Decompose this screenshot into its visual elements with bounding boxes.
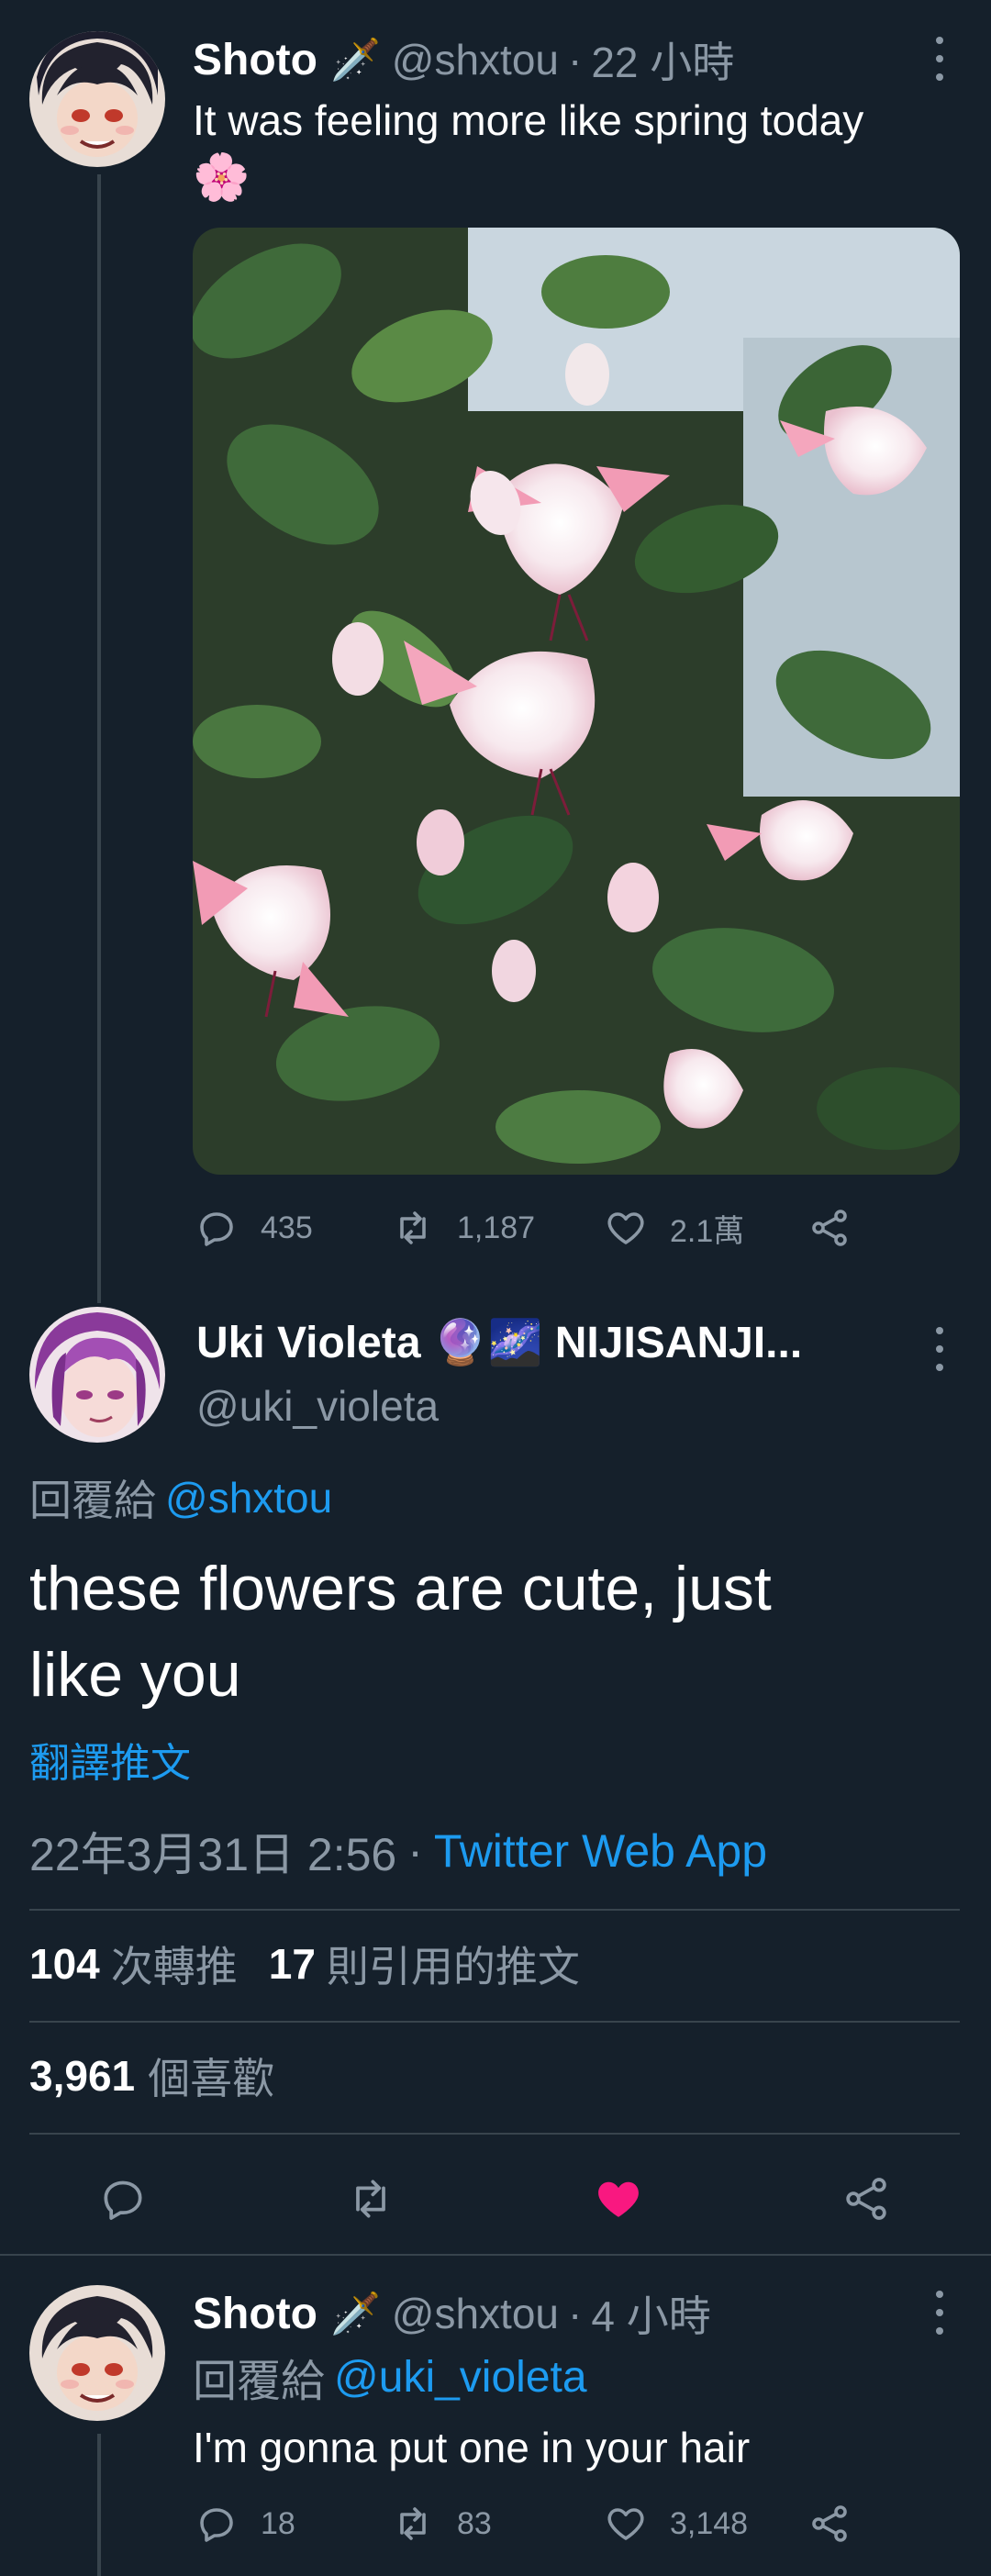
reply-prefix: 回覆給: [193, 2358, 326, 2406]
handle[interactable]: @shxtou: [392, 35, 559, 84]
retweet-button[interactable]: 1,187: [391, 1206, 604, 1250]
reply-to-link[interactable]: @uki_violeta: [334, 2352, 587, 2403]
timestamp[interactable]: 22年3月31日 2:56: [29, 1818, 396, 1884]
tweet-actions: 18 83 3,148: [195, 2498, 874, 2549]
source-link[interactable]: Twitter Web App: [434, 1824, 767, 1878]
retweet-button[interactable]: 83: [391, 2502, 604, 2546]
engagement-stats: 104 次轉推 17 則引用的推文: [29, 1935, 580, 1993]
share-icon: [812, 2505, 847, 2542]
quotes-count[interactable]: 17: [269, 1939, 316, 1989]
thread-line: [97, 174, 101, 1303]
divider: [29, 2021, 960, 2023]
reply-count: 18: [261, 2505, 295, 2541]
timestamp[interactable]: 22 小時: [591, 29, 734, 90]
reply-context: 回覆給 @uki_violeta: [193, 2349, 587, 2407]
reply-button[interactable]: 435: [195, 1206, 391, 1250]
avatar-uki[interactable]: [29, 1307, 165, 1443]
section-divider: [0, 2254, 991, 2256]
tweet-text-line: like you: [29, 1640, 241, 1710]
retweet-icon: [400, 2507, 426, 2540]
reply-icon: [200, 1212, 233, 1246]
share-icon: [846, 2178, 886, 2220]
tweet-text: I'm gonna put one in your hair: [193, 2424, 751, 2471]
tweet-text-line: these flowers are cute, just: [29, 1554, 772, 1623]
cherry-blossom-emoji: 🌸: [193, 151, 251, 203]
share-button[interactable]: [841, 2173, 892, 2225]
reply-to-link[interactable]: @shxtou: [165, 1473, 332, 1522]
like-icon: [607, 1212, 644, 1244]
like-button-active[interactable]: [593, 2173, 644, 2225]
thread-line: [97, 2434, 101, 2576]
like-button[interactable]: 2.1萬: [604, 1206, 807, 1251]
avatar-shoto[interactable]: [29, 31, 165, 167]
tweet-photo[interactable]: [193, 228, 960, 1175]
display-name[interactable]: Shoto: [193, 2289, 317, 2339]
retweet-count: 83: [457, 2505, 492, 2541]
tweet-text: It was feeling more like spring today 🌸: [193, 92, 963, 206]
likes-label[interactable]: 個喜歡: [148, 2046, 274, 2106]
like-icon: [598, 2181, 639, 2217]
like-count: 3,148: [670, 2505, 749, 2541]
tweet-header: Uki Violeta 🔮🌌 NIJISANJI...: [196, 1312, 802, 1371]
likes-stat: 3,961 個喜歡: [29, 2046, 274, 2105]
reply-button[interactable]: 18: [195, 2502, 391, 2546]
dot-separator: ·: [568, 36, 583, 84]
tweet-actions: 435 1,187 2.1萬: [195, 1202, 874, 1254]
reply-icon: [104, 2180, 142, 2220]
likes-count[interactable]: 3,961: [29, 2051, 135, 2101]
share-icon: [812, 1210, 847, 1246]
reply-context: 回覆給 @shxtou: [29, 1470, 332, 1525]
dot-separator: ·: [407, 1825, 423, 1877]
like-button[interactable]: 3,148: [604, 2502, 807, 2546]
share-button[interactable]: [807, 1206, 874, 1250]
timestamp-row: 22年3月31日 2:56 · Twitter Web App: [29, 1821, 767, 1881]
share-button[interactable]: [807, 2502, 874, 2546]
handle[interactable]: @shxtou: [392, 2289, 559, 2338]
more-icon[interactable]: [930, 1327, 949, 1371]
like-icon: [607, 2508, 644, 2540]
quotes-label[interactable]: 則引用的推文: [327, 1934, 580, 1994]
divider: [29, 1909, 960, 1911]
tweet-header: Shoto 🗡️ @shxtou · 22 小時: [193, 28, 734, 92]
handle[interactable]: @uki_violeta: [196, 1381, 439, 1431]
reply-icon: [200, 2508, 233, 2542]
retweets-count[interactable]: 104: [29, 1939, 100, 1989]
more-icon[interactable]: [930, 37, 949, 81]
like-count: 2.1萬: [670, 1213, 745, 1249]
tweet-header: Shoto 🗡️ @shxtou · 4 小時: [193, 2281, 711, 2346]
dagger-emoji: 🗡️: [329, 38, 381, 83]
retweet-icon: [356, 2180, 385, 2218]
handle-row: @uki_violeta: [196, 1380, 439, 1432]
reply-count: 435: [261, 1210, 313, 1245]
reply-button[interactable]: [97, 2173, 149, 2225]
retweet-icon: [400, 1211, 426, 1244]
reply-prefix: 回覆給: [29, 1477, 156, 1524]
divider: [29, 2133, 960, 2135]
timestamp[interactable]: 4 小時: [591, 2283, 710, 2344]
tweet-text-line: It was feeling more like spring today: [193, 96, 864, 144]
dot-separator: ·: [568, 2290, 583, 2337]
tweet-text: these flowers are cute, just like you: [29, 1545, 965, 1718]
translate-link[interactable]: 翻譯推文: [29, 1733, 191, 1786]
more-icon[interactable]: [930, 2291, 949, 2335]
dagger-emoji: 🗡️: [329, 2292, 381, 2336]
retweet-button[interactable]: [345, 2173, 396, 2225]
focused-tweet-actions: [0, 2155, 991, 2237]
display-name[interactable]: Shoto: [193, 35, 317, 85]
avatar-shoto[interactable]: [29, 2285, 165, 2421]
display-name[interactable]: Uki Violeta 🔮🌌 NIJISANJI...: [196, 1316, 802, 1368]
retweets-label[interactable]: 次轉推: [111, 1934, 238, 1994]
retweet-count: 1,187: [457, 1210, 536, 1245]
